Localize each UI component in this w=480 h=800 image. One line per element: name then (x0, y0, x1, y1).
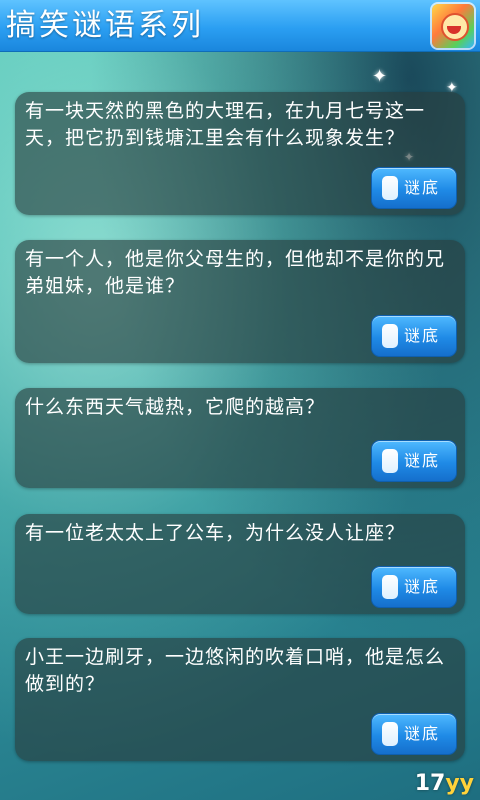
riddle-card: 有一位老太太上了公车，为什么没人让座？ 谜底 (15, 514, 465, 614)
answer-button-label: 谜底 (404, 326, 441, 345)
riddle-text: 有一块天然的黑色的大理石，在九月七号这一天，把它扔到钱塘江里会有什么现象发生？ (25, 100, 426, 149)
button-highlight-icon (382, 575, 398, 599)
answer-button-label: 谜底 (404, 178, 441, 197)
answer-button-label: 谜底 (404, 724, 441, 743)
sparkle-icon: ✦ (372, 66, 388, 87)
site-watermark: 17yy (415, 771, 474, 796)
riddle-card: 什么东西天气越热，它爬的越高？ 谜底 (15, 388, 465, 488)
button-highlight-icon (382, 449, 398, 473)
answer-button-label: 谜底 (404, 451, 441, 470)
answer-button[interactable]: 谜底 (371, 566, 457, 608)
riddle-text: 有一位老太太上了公车，为什么没人让座？ (25, 522, 406, 544)
answer-button[interactable]: 谜底 (371, 713, 457, 755)
answer-button[interactable]: 谜底 (371, 167, 457, 209)
riddle-card: 有一个人，他是你父母生的，但他却不是你的兄弟姐妹，他是谁？ 谜底 (15, 240, 465, 363)
riddle-text: 小王一边刷牙，一边悠闲的吹着口哨，他是怎么做到的？ (25, 646, 446, 695)
button-highlight-icon (382, 324, 398, 348)
riddle-card: 有一块天然的黑色的大理石，在九月七号这一天，把它扔到钱塘江里会有什么现象发生？ … (15, 92, 465, 215)
page-title: 搞笑谜语系列 (6, 8, 204, 43)
riddle-text: 有一个人，他是你父母生的，但他却不是你的兄弟姐妹，他是谁？ (25, 248, 446, 297)
answer-button-label: 谜底 (404, 577, 441, 596)
button-highlight-icon (382, 722, 398, 746)
answer-button[interactable]: 谜底 (371, 315, 457, 357)
button-highlight-icon (382, 176, 398, 200)
app-logo-icon[interactable] (432, 4, 474, 48)
watermark-letters: yy (445, 771, 474, 796)
answer-button[interactable]: 谜底 (371, 440, 457, 482)
title-bar: 搞笑谜语系列 (0, 0, 480, 52)
riddle-text: 什么东西天气越热，它爬的越高？ (25, 396, 326, 418)
watermark-number: 17 (414, 771, 446, 796)
riddle-card: 小王一边刷牙，一边悠闲的吹着口哨，他是怎么做到的？ 谜底 (15, 638, 465, 761)
